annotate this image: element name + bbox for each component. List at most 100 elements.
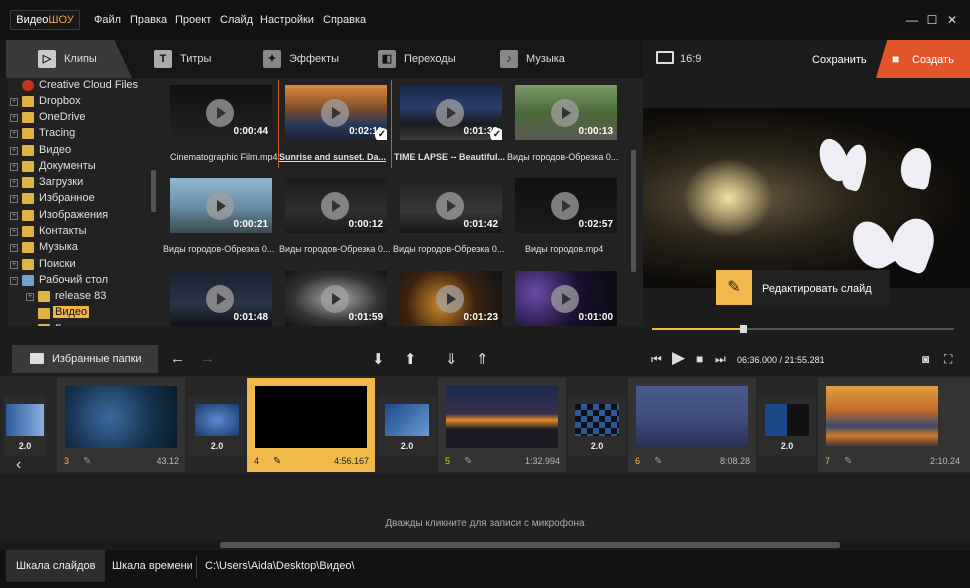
tree-item-release-83[interactable]: + release 83 bbox=[8, 289, 158, 305]
expand-icon[interactable]: + bbox=[10, 195, 18, 203]
move-up-icon[interactable]: ⬆ bbox=[404, 350, 417, 368]
menu-project[interactable]: Проект bbox=[175, 14, 211, 26]
move-down-icon[interactable]: ⬇ bbox=[372, 350, 385, 368]
tab-clips[interactable]: ▷ Клипы bbox=[38, 40, 128, 78]
save-button[interactable]: Сохранить bbox=[812, 54, 867, 66]
expand-icon[interactable]: + bbox=[10, 261, 18, 269]
pencil-icon[interactable]: ✎ bbox=[844, 456, 852, 467]
play-icon[interactable] bbox=[321, 192, 349, 220]
play-icon[interactable] bbox=[551, 192, 579, 220]
clip-thumbnail[interactable]: 0:00:44 bbox=[170, 85, 272, 140]
menu-file[interactable]: Файл bbox=[94, 14, 121, 26]
skip-back-icon[interactable]: ⏮ bbox=[651, 352, 662, 367]
tab-slide-timeline[interactable]: Шкала слайдов bbox=[6, 550, 106, 582]
play-icon[interactable] bbox=[551, 285, 579, 313]
tree-item-video[interactable]: + Видео bbox=[8, 143, 158, 159]
tree-scrollbar[interactable] bbox=[151, 170, 156, 212]
play-icon[interactable] bbox=[436, 192, 464, 220]
seek-handle[interactable] bbox=[740, 325, 747, 333]
expand-icon[interactable]: + bbox=[10, 130, 18, 138]
tree-item-contacts[interactable]: + Контакты bbox=[8, 224, 158, 240]
transition-item[interactable]: 2.0 bbox=[188, 396, 246, 456]
tree-item-onedrive[interactable]: + OneDrive bbox=[8, 110, 158, 126]
tab-music[interactable]: ♪ Музыка bbox=[500, 40, 590, 78]
pencil-icon[interactable]: ✎ bbox=[464, 456, 472, 467]
tree-item-creative-cloud[interactable]: Creative Cloud Files bbox=[8, 78, 158, 94]
play-icon[interactable] bbox=[206, 285, 234, 313]
clip-thumbnail[interactable]: 0:02:57 bbox=[515, 178, 617, 233]
transition-item[interactable]: 2.0 bbox=[758, 396, 816, 456]
skip-forward-icon[interactable]: ⏭ bbox=[715, 352, 726, 367]
tree-item-downloads[interactable]: + Загрузки bbox=[8, 175, 158, 191]
expand-icon[interactable]: + bbox=[10, 114, 18, 122]
expand-icon[interactable]: + bbox=[10, 244, 18, 252]
transition-item[interactable]: 2.0 bbox=[378, 396, 436, 456]
expand-icon[interactable]: + bbox=[10, 163, 18, 171]
pencil-icon[interactable]: ✎ bbox=[83, 456, 91, 467]
tree-item-music[interactable]: + Музыка bbox=[8, 240, 158, 256]
tree-item-partial[interactable]: Б bbox=[8, 322, 158, 326]
scroll-left-icon[interactable]: ‹ bbox=[16, 456, 21, 474]
clips-scrollbar[interactable] bbox=[631, 150, 636, 272]
expand-icon[interactable]: + bbox=[10, 212, 18, 220]
move-to-end-icon[interactable]: ⇓ bbox=[445, 350, 458, 368]
tree-item-video-selected[interactable]: Видео bbox=[8, 306, 158, 322]
maximize-icon[interactable]: ☐ bbox=[924, 12, 940, 28]
aspect-ratio[interactable]: 16:9 bbox=[680, 53, 701, 65]
forward-arrow-icon[interactable]: → bbox=[200, 350, 215, 367]
stop-icon[interactable]: ■ bbox=[696, 352, 703, 366]
timeline-scroll-thumb[interactable] bbox=[220, 542, 840, 548]
audio-lane[interactable] bbox=[0, 474, 970, 506]
expand-icon[interactable]: + bbox=[10, 98, 18, 106]
timeline-slide[interactable]: 5 ✎ 1:32.994 bbox=[438, 378, 566, 472]
close-icon[interactable]: ✕ bbox=[944, 12, 960, 28]
clip-thumbnail[interactable]: 0:01:23 bbox=[400, 271, 502, 326]
timeline-slide-selected[interactable]: 4 ✎ 4:56.167 bbox=[247, 378, 375, 472]
tree-item-images[interactable]: + Изображения bbox=[8, 208, 158, 224]
menu-edit[interactable]: Правка bbox=[130, 14, 167, 26]
play-icon[interactable] bbox=[436, 99, 464, 127]
pencil-icon[interactable]: ✎ bbox=[273, 456, 281, 467]
tab-transitions[interactable]: ◧ Переходы bbox=[378, 40, 478, 78]
play-icon[interactable] bbox=[551, 99, 579, 127]
tree-item-tracing[interactable]: + Tracing bbox=[8, 126, 158, 142]
tree-item-dropbox[interactable]: + Dropbox bbox=[8, 94, 158, 110]
play-icon[interactable] bbox=[321, 285, 349, 313]
tab-titles[interactable]: T Титры bbox=[154, 40, 244, 78]
menu-help[interactable]: Справка bbox=[323, 14, 366, 26]
menu-settings[interactable]: Настройки bbox=[260, 14, 314, 26]
tree-item-documents[interactable]: + Документы bbox=[8, 159, 158, 175]
tree-item-searches[interactable]: + Поиски bbox=[8, 257, 158, 273]
tree-item-desktop[interactable]: − Рабочий стол bbox=[8, 273, 158, 289]
fullscreen-icon[interactable]: ⛶ bbox=[944, 352, 952, 367]
pencil-icon[interactable]: ✎ bbox=[654, 456, 662, 467]
expand-icon[interactable]: + bbox=[10, 147, 18, 155]
collapse-icon[interactable]: − bbox=[10, 277, 18, 285]
transition-item[interactable]: 2.0 bbox=[568, 396, 626, 456]
expand-icon[interactable]: + bbox=[10, 228, 18, 236]
play-icon[interactable] bbox=[321, 99, 349, 127]
minimize-icon[interactable]: — bbox=[904, 12, 920, 28]
menu-slide[interactable]: Слайд bbox=[220, 14, 253, 26]
tab-effects[interactable]: ✦ Эффекты bbox=[263, 40, 363, 78]
timeline-slide[interactable]: 3 ✎ 43.12 bbox=[57, 378, 185, 472]
clip-thumbnail[interactable]: 0:00:21 bbox=[170, 178, 272, 233]
clip-thumbnail[interactable]: 0:01:48 bbox=[170, 271, 272, 326]
clip-thumbnail[interactable]: 0:01:59 bbox=[285, 271, 387, 326]
tree-item-favorites[interactable]: + Избранное bbox=[8, 191, 158, 207]
transition-item[interactable]: 2.0 bbox=[4, 396, 46, 456]
timeline-slide[interactable]: 6 ✎ 8:08.28 bbox=[628, 378, 756, 472]
clip-thumbnail[interactable]: 0:01:00 bbox=[515, 271, 617, 326]
clip-thumbnail[interactable]: 0:02:11 ✓ bbox=[285, 85, 387, 140]
play-icon[interactable]: ▶ bbox=[672, 348, 685, 368]
play-icon[interactable] bbox=[206, 99, 234, 127]
timeline-slide[interactable]: 7 ✎ 2:10.24 bbox=[818, 378, 970, 472]
snapshot-icon[interactable]: ◙ bbox=[922, 352, 929, 366]
clip-thumbnail[interactable]: 0:00:12 bbox=[285, 178, 387, 233]
play-icon[interactable] bbox=[206, 192, 234, 220]
expand-icon[interactable]: + bbox=[26, 293, 34, 301]
clip-thumbnail[interactable]: 0:01:33 ✓ bbox=[400, 85, 502, 140]
expand-icon[interactable]: + bbox=[10, 179, 18, 187]
back-arrow-icon[interactable]: ← bbox=[170, 350, 185, 367]
clip-thumbnail[interactable]: 0:00:13 bbox=[515, 85, 617, 140]
